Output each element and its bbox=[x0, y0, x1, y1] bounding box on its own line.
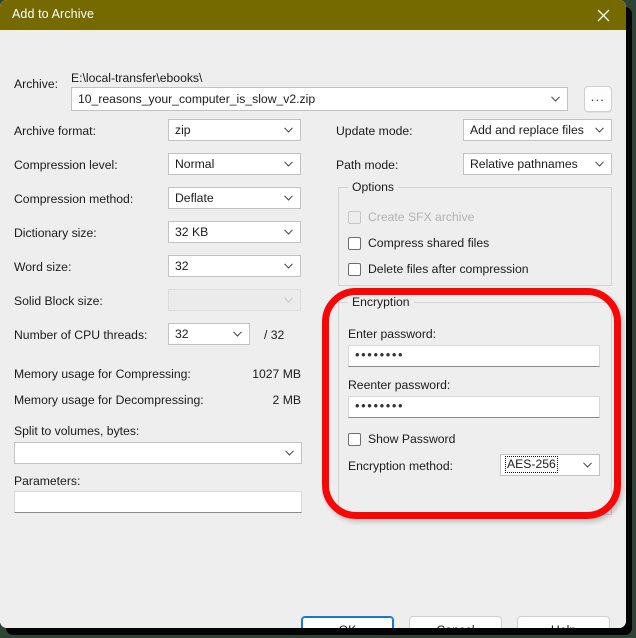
memory-decompressing-value: 2 MB bbox=[272, 393, 301, 407]
close-icon bbox=[597, 9, 609, 21]
word-size-value: 32 bbox=[175, 259, 189, 273]
checkbox-compress-shared-files[interactable]: Compress shared files bbox=[348, 236, 489, 250]
chevron-down-icon bbox=[284, 297, 293, 303]
title-bar: Add to Archive bbox=[0, 0, 626, 30]
chevron-down-icon bbox=[284, 127, 293, 133]
compression-level-combo[interactable]: Normal bbox=[168, 153, 301, 175]
archive-name-combo[interactable]: 10_reasons_your_computer_is_slow_v2.zip bbox=[71, 87, 568, 111]
archive-name-value: 10_reasons_your_computer_is_slow_v2.zip bbox=[78, 92, 316, 106]
archive-format-combo[interactable]: zip bbox=[168, 119, 301, 141]
path-mode-value: Relative pathnames bbox=[470, 157, 578, 171]
checkbox-label: Delete files after compression bbox=[368, 262, 529, 276]
encryption-method-combo[interactable]: AES-256 bbox=[500, 454, 600, 476]
compression-method-value: Deflate bbox=[175, 191, 214, 205]
split-volumes-combo[interactable] bbox=[14, 442, 302, 464]
checkbox-show-password[interactable]: Show Password bbox=[348, 432, 455, 446]
dialog-body: Archive: E:\local-transfer\ebooks\ 10_re… bbox=[0, 30, 626, 628]
options-group-title: Options bbox=[348, 180, 399, 194]
chevron-down-icon bbox=[595, 161, 604, 167]
checkbox-create-sfx-archive: Create SFX archive bbox=[348, 210, 474, 224]
path-mode-label: Path mode: bbox=[336, 158, 399, 172]
cpu-threads-value: 32 bbox=[175, 327, 189, 341]
checkbox-label: Create SFX archive bbox=[368, 210, 475, 224]
memory-compressing-label: Memory usage for Compressing: bbox=[14, 367, 191, 381]
checkbox-box bbox=[348, 262, 361, 276]
cpu-threads-total: / 32 bbox=[264, 328, 285, 342]
archive-format-value: zip bbox=[175, 123, 191, 137]
archive-path-text: E:\local-transfer\ebooks\ bbox=[71, 71, 203, 85]
dictionary-size-combo[interactable]: 32 KB bbox=[168, 221, 301, 243]
checkbox-label: Show Password bbox=[368, 432, 456, 446]
browse-button[interactable]: ... bbox=[584, 86, 612, 112]
chevron-down-icon bbox=[284, 263, 293, 269]
encryption-method-label: Encryption method: bbox=[348, 459, 454, 473]
memory-decompressing-label: Memory usage for Decompressing: bbox=[14, 393, 204, 407]
checkbox-label: Compress shared files bbox=[368, 236, 490, 250]
dictionary-size-label: Dictionary size: bbox=[14, 226, 97, 240]
compression-level-value: Normal bbox=[175, 157, 215, 171]
chevron-down-icon bbox=[233, 331, 242, 337]
cancel-button[interactable]: Cancel bbox=[409, 616, 502, 628]
window-title: Add to Archive bbox=[12, 7, 95, 21]
update-mode-combo[interactable]: Add and replace files bbox=[463, 119, 612, 141]
dictionary-size-value: 32 KB bbox=[175, 225, 209, 239]
memory-compressing-value: 1027 MB bbox=[252, 367, 301, 381]
compression-method-label: Compression method: bbox=[14, 192, 134, 206]
update-mode-value: Add and replace files bbox=[470, 123, 584, 137]
solid-block-size-label: Solid Block size: bbox=[14, 294, 103, 308]
word-size-label: Word size: bbox=[14, 260, 72, 274]
checkbox-delete-files-after-compression[interactable]: Delete files after compression bbox=[348, 262, 529, 276]
chevron-down-icon bbox=[551, 96, 560, 102]
cpu-threads-combo[interactable]: 32 bbox=[168, 323, 250, 345]
close-button[interactable] bbox=[580, 0, 626, 30]
checkbox-box bbox=[348, 432, 361, 446]
enter-password-label: Enter password: bbox=[348, 327, 437, 341]
chevron-down-icon bbox=[284, 229, 293, 235]
reenter-password-value: •••••••• bbox=[355, 398, 405, 413]
checkbox-box bbox=[348, 236, 361, 250]
help-button[interactable]: Help bbox=[517, 616, 610, 628]
chevron-down-icon bbox=[595, 127, 604, 133]
ok-button[interactable]: OK bbox=[301, 616, 394, 628]
chevron-down-icon bbox=[284, 161, 293, 167]
chevron-down-icon bbox=[285, 450, 294, 456]
compression-level-label: Compression level: bbox=[14, 158, 118, 172]
chevron-down-icon bbox=[583, 462, 592, 468]
enter-password-input[interactable]: •••••••• bbox=[348, 345, 600, 367]
split-volumes-label: Split to volumes, bytes: bbox=[14, 424, 140, 438]
parameters-input[interactable] bbox=[14, 491, 302, 513]
chevron-down-icon bbox=[284, 195, 293, 201]
cpu-threads-label: Number of CPU threads: bbox=[14, 328, 148, 342]
update-mode-label: Update mode: bbox=[336, 124, 413, 138]
encryption-group-title: Encryption bbox=[348, 295, 414, 309]
solid-block-size-combo bbox=[168, 289, 301, 311]
archive-format-label: Archive format: bbox=[14, 124, 96, 138]
path-mode-combo[interactable]: Relative pathnames bbox=[463, 153, 612, 175]
encryption-method-value: AES-256 bbox=[505, 456, 558, 473]
reenter-password-label: Reenter password: bbox=[348, 378, 451, 392]
parameters-label: Parameters: bbox=[14, 474, 81, 488]
word-size-combo[interactable]: 32 bbox=[168, 255, 301, 277]
checkbox-box bbox=[348, 210, 361, 224]
add-to-archive-dialog: Add to Archive Archive: E:\local-transfe… bbox=[0, 0, 626, 628]
compression-method-combo[interactable]: Deflate bbox=[168, 187, 301, 209]
reenter-password-input[interactable]: •••••••• bbox=[348, 396, 600, 418]
enter-password-value: •••••••• bbox=[355, 347, 405, 362]
archive-label: Archive: bbox=[14, 77, 59, 91]
